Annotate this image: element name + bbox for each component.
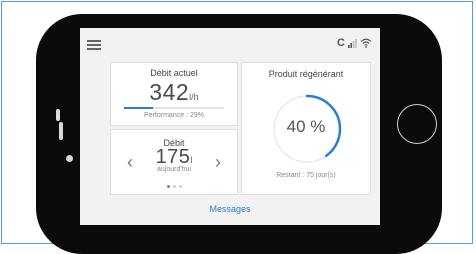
- app-screen: C Débit actuel 342l/h Performance : 29%: [80, 28, 380, 225]
- messages-link[interactable]: Messages: [80, 204, 380, 214]
- performance-bar: [124, 107, 224, 109]
- daily-flow-card[interactable]: Débit 175l aujourd'hui ‹ ›: [110, 129, 238, 195]
- daily-flow-value: 175: [155, 146, 191, 168]
- wifi-icon: [360, 38, 372, 48]
- current-flow-card[interactable]: Débit actuel 342l/h Performance : 29%: [110, 62, 238, 126]
- pagination-dots: [111, 185, 237, 188]
- menu-icon[interactable]: [87, 40, 101, 50]
- regenerant-percent: 40 %: [286, 117, 326, 136]
- pagination-dot[interactable]: [166, 185, 170, 188]
- pagination-dot[interactable]: [172, 185, 176, 188]
- previous-arrow-icon[interactable]: ‹: [127, 152, 133, 173]
- current-flow-value: 342: [149, 79, 190, 105]
- pagination-dot[interactable]: [178, 185, 182, 188]
- performance-bar-fill: [124, 107, 153, 109]
- signal-icon: [348, 38, 357, 48]
- volume-button: [56, 109, 60, 121]
- top-bar: C: [80, 28, 380, 60]
- home-button[interactable]: [397, 104, 437, 144]
- performance-label: Performance : 29%: [144, 112, 204, 119]
- current-flow-title: Débit actuel: [150, 68, 198, 78]
- regenerant-card[interactable]: Produit régénérant 40 % Restant : 75 jou…: [241, 62, 371, 195]
- camera-dot: [66, 155, 73, 162]
- current-flow-unit: l/h: [189, 92, 199, 102]
- speaker-slot: [59, 122, 63, 140]
- regenerant-remaining: Restant : 75 jour(s): [276, 172, 336, 179]
- daily-flow-unit: l: [190, 155, 193, 165]
- regenerant-title: Produit régénérant: [268, 69, 344, 79]
- status-indicators: C: [337, 37, 372, 49]
- carrier-label: C: [337, 37, 345, 49]
- next-arrow-icon[interactable]: ›: [215, 152, 221, 173]
